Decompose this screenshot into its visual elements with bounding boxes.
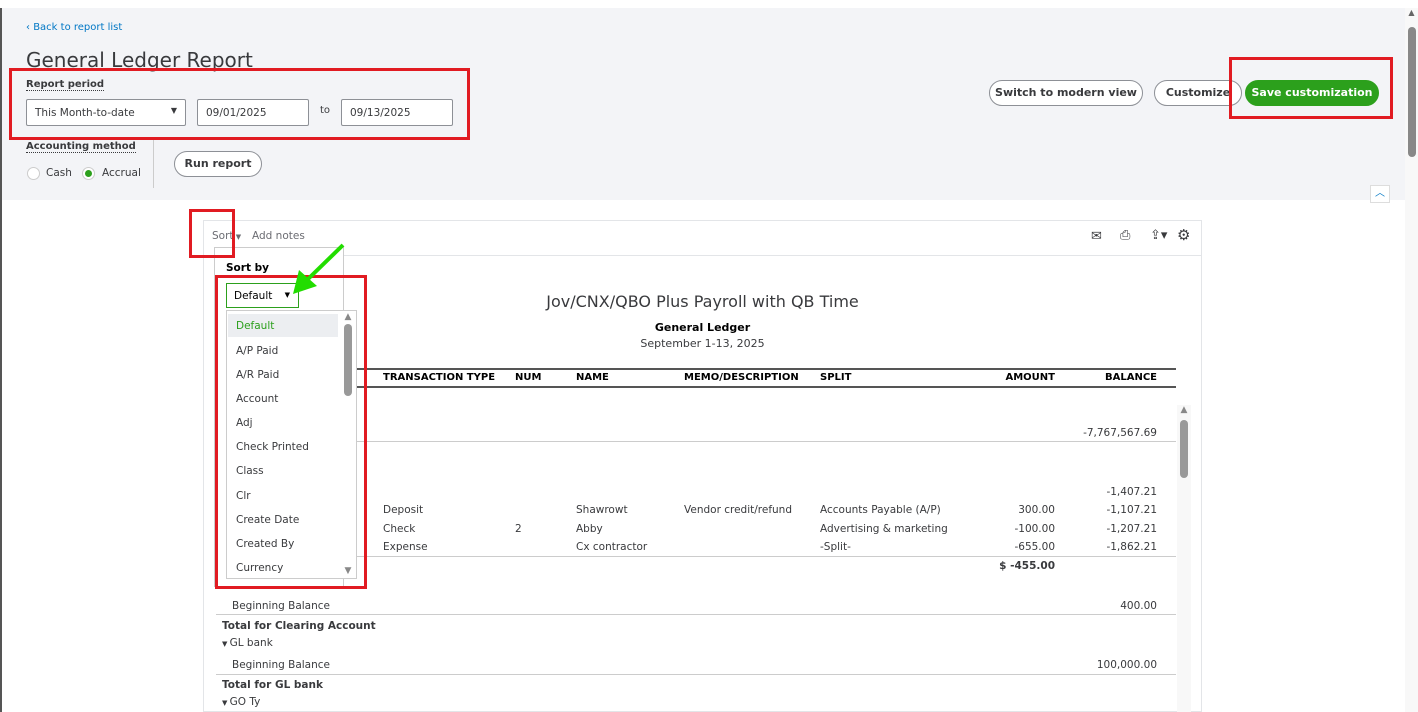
cell-balance: -1,862.21 — [1106, 541, 1157, 553]
cell-num: 2 — [515, 523, 522, 535]
run-report-button[interactable]: Run report — [174, 151, 262, 177]
group-label: GL bank — [229, 637, 273, 649]
window-edge — [0, 8, 2, 712]
caret-down-icon: ▼ — [222, 640, 230, 648]
email-icon[interactable]: ✉ — [1091, 229, 1102, 244]
balance-cell: 400.00 — [1120, 600, 1157, 612]
balance-cell: 100,000.00 — [1096, 659, 1157, 671]
accrual-label: Accrual — [102, 167, 141, 179]
print-icon[interactable]: ⎙ — [1120, 228, 1130, 243]
col-transaction-type[interactable]: TRANSACTION TYPE — [383, 372, 495, 383]
group-label: GO Ty — [229, 696, 261, 708]
cash-radio[interactable] — [27, 167, 40, 180]
table-scrollbar[interactable]: ▲ — [1177, 405, 1191, 712]
total-amount: $ -455.00 — [999, 560, 1055, 572]
col-name[interactable]: NAME — [576, 372, 609, 383]
cell-type: Expense — [383, 541, 428, 553]
scroll-up-icon[interactable]: ▲ — [1405, 8, 1418, 17]
end-date-input[interactable]: 09/13/2025 — [341, 99, 453, 126]
cell-split: -Split- — [820, 541, 851, 553]
cell-balance: -1,207.21 — [1106, 523, 1157, 535]
page-scrollbar[interactable]: ▲ — [1405, 8, 1418, 712]
beginning-balance-label: Beginning Balance — [232, 659, 331, 671]
cash-label: Cash — [46, 167, 72, 179]
accounting-method-label: Accounting method — [26, 141, 136, 153]
annotation-box-sort — [189, 209, 235, 258]
col-split[interactable]: SPLIT — [820, 372, 851, 383]
period-select[interactable]: This Month-to-date ▼ — [26, 99, 186, 126]
scroll-up-icon[interactable]: ▲ — [1177, 405, 1191, 415]
row-divider — [216, 614, 1176, 615]
cell-amount: -655.00 — [1014, 541, 1055, 553]
cell-type: Check — [383, 523, 416, 535]
period-value: This Month-to-date — [35, 107, 135, 119]
total-clearing-account: Total for Clearing Account — [222, 620, 376, 632]
caret-down-icon: ▼ — [222, 699, 230, 707]
total-gl-bank: Total for GL bank — [222, 679, 323, 691]
sort-by-label: Sort by — [226, 262, 269, 274]
cell-split: Accounts Payable (A/P) — [820, 504, 941, 516]
col-memo[interactable]: MEMO/DESCRIPTION — [684, 372, 799, 383]
cell-type: Deposit — [383, 504, 424, 516]
accrual-radio[interactable] — [82, 167, 95, 180]
balance-cell: -1,407.21 — [1106, 486, 1157, 498]
cell-name: Cx contractor — [576, 541, 648, 553]
balance-cell: -7,767,567.69 — [1083, 427, 1157, 439]
caret-down-icon: ▼ — [170, 106, 177, 115]
annotation-box-sort-list — [215, 275, 367, 589]
back-link-label: Back to report list — [33, 22, 123, 33]
col-amount[interactable]: AMOUNT — [975, 372, 1055, 383]
row-divider — [216, 674, 1176, 675]
annotation-arrow-icon — [293, 243, 345, 294]
col-balance[interactable]: BALANCE — [1060, 372, 1157, 383]
start-date-input[interactable]: 09/01/2025 — [197, 99, 309, 126]
gear-icon[interactable]: ⚙ — [1177, 226, 1190, 244]
cell-amount: -100.00 — [1014, 523, 1055, 535]
to-label: to — [320, 105, 331, 116]
beginning-balance-label: Beginning Balance — [232, 600, 331, 612]
collapse-chevron-up-icon[interactable]: ︿ — [1370, 185, 1390, 203]
divider — [153, 140, 154, 188]
switch-modern-view-button[interactable]: Switch to modern view — [989, 80, 1143, 106]
cell-split: Advertising & marketing — [820, 523, 948, 535]
cell-name: Abby — [576, 523, 603, 535]
toolbar-divider — [204, 255, 1201, 256]
export-icon[interactable]: ⇪▾ — [1150, 228, 1167, 243]
report-period-label: Report period — [26, 79, 105, 91]
cell-amount: 300.00 — [1018, 504, 1055, 516]
cell-name: Shawrowt — [576, 504, 628, 516]
back-to-report-list-link[interactable]: ‹ Back to report list — [26, 22, 122, 33]
gl-bank-group[interactable]: ▼ GL bank — [222, 637, 273, 649]
col-num[interactable]: NUM — [515, 372, 541, 383]
annotation-box-save — [1229, 57, 1393, 119]
cell-balance: -1,107.21 — [1106, 504, 1157, 516]
scroll-thumb[interactable] — [1180, 420, 1188, 478]
cell-memo: Vendor credit/refund — [684, 504, 792, 516]
scroll-thumb[interactable] — [1407, 27, 1416, 157]
radio-dot — [85, 170, 92, 177]
go-ty-group[interactable]: ▼ GO Ty — [222, 696, 260, 708]
